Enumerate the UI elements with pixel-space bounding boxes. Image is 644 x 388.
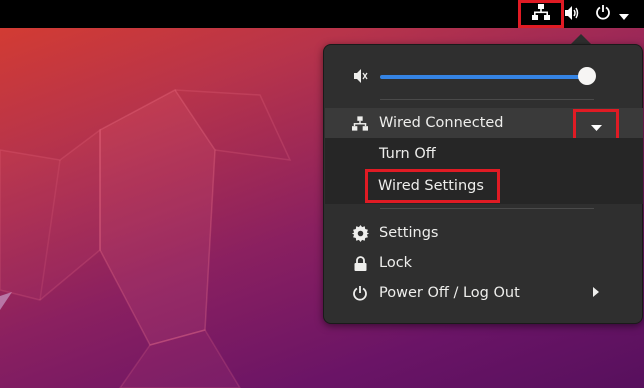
top-bar [0,0,644,28]
network-wired-icon [351,114,369,132]
power-icon [595,4,611,24]
turn-off-item[interactable]: Turn Off [325,139,643,169]
chevron-right-icon [593,285,599,301]
network-wired-icon [532,4,550,24]
system-menu-button[interactable] [588,0,636,28]
system-menu: Wired Connected Turn Off Wired Settings … [323,44,643,324]
gear-icon [351,224,369,242]
settings-item[interactable]: Settings [325,218,643,248]
turn-off-label: Turn Off [379,146,436,162]
power-off-log-out-item[interactable]: Power Off / Log Out [325,278,643,308]
lock-label: Lock [379,255,413,271]
network-status-label: Wired Connected [379,115,504,131]
network-tray-button[interactable] [518,0,564,28]
lock-item[interactable]: Lock [325,248,643,278]
volume-high-icon [565,5,581,24]
wired-settings-item[interactable]: Wired Settings [365,169,500,203]
power-icon [351,284,369,302]
lock-icon [351,254,369,272]
wired-settings-label: Wired Settings [378,178,484,194]
volume-slider[interactable] [380,75,588,79]
separator [380,208,594,209]
power-off-log-out-label: Power Off / Log Out [379,285,520,301]
volume-tray-button[interactable] [564,0,582,28]
caret-down-icon [619,5,629,24]
settings-label: Settings [379,225,439,241]
volume-muted-icon[interactable] [353,67,371,85]
caret-down-icon [590,116,602,135]
separator [380,99,594,100]
